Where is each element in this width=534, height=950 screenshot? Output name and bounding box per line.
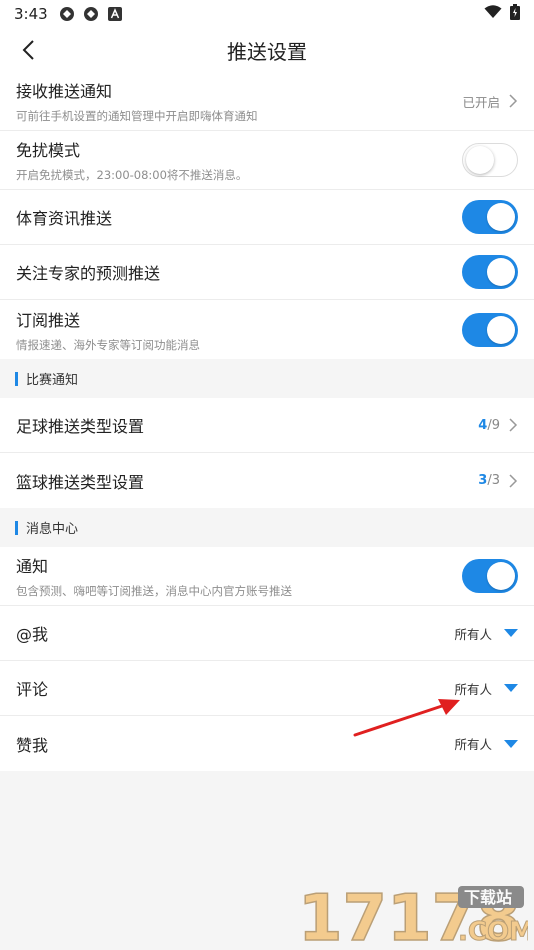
app-notification-icon (58, 5, 76, 23)
toggle-knob (487, 203, 515, 231)
basketball-count: 3/3 (478, 473, 500, 488)
notify-desc: 包含预测、嗨吧等订阅推送，消息中心内官方账号推送 (16, 584, 292, 598)
group-accent-bar (15, 520, 18, 535)
sports-news-row: 体育资讯推送 (0, 190, 534, 245)
caret-down-icon (504, 684, 518, 692)
watermark-sub: 下载站 (464, 888, 512, 907)
expert-predict-row: 关注专家的预测推送 (0, 245, 534, 300)
subscription-label: 订阅推送 (16, 310, 81, 330)
battery-icon (510, 4, 520, 24)
football-push-label: 足球推送类型设置 (16, 417, 145, 436)
chevron-right-icon (509, 94, 518, 108)
toggle-knob (487, 315, 515, 344)
status-time: 3:43 (14, 5, 48, 23)
chevron-right-icon (509, 473, 518, 488)
match-group-header: 比赛通知 (0, 359, 534, 398)
watermark-domain: .COM (458, 917, 528, 946)
chevron-left-icon (22, 40, 34, 60)
at-me-label: @我 (16, 625, 49, 644)
notify-toggle[interactable] (462, 559, 518, 593)
receive-push-row[interactable]: 接收推送通知 可前往手机设置的通知管理中开启即嗨体育通知 已开启 (0, 72, 534, 131)
football-push-row[interactable]: 足球推送类型设置 4/9 (0, 398, 534, 453)
basketball-push-row[interactable]: 篮球推送类型设置 3/3 (0, 453, 534, 508)
expert-predict-label: 关注专家的预测推送 (16, 264, 161, 283)
at-me-dropdown[interactable]: 所有人 (454, 624, 518, 643)
caret-down-icon (504, 739, 518, 748)
back-button[interactable] (14, 36, 42, 64)
dnd-toggle[interactable] (462, 143, 518, 177)
subscription-row: 订阅推送 情报速递、海外专家等订阅功能消息 (0, 300, 534, 359)
notify-row: 通知 包含预测、嗨吧等订阅推送，消息中心内官方账号推送 (0, 547, 534, 606)
font-icon (106, 5, 124, 23)
football-count: 4/9 (478, 417, 500, 433)
expert-predict-toggle[interactable] (462, 255, 518, 289)
message-group-title: 消息中心 (26, 522, 79, 537)
toggle-knob (487, 562, 515, 590)
dnd-label: 免扰模式 (16, 141, 81, 160)
sports-news-toggle[interactable] (462, 200, 518, 234)
at-me-row[interactable]: @我 所有人 (0, 606, 534, 661)
dnd-row: 免扰模式 开启免扰模式，23:00-08:00将不推送消息。 (0, 131, 534, 190)
caret-down-icon (504, 629, 518, 637)
group-accent-bar (15, 371, 18, 386)
toggle-knob (466, 146, 494, 174)
receive-push-desc: 可前往手机设置的通知管理中开启即嗨体育通知 (16, 109, 258, 123)
page-title: 推送设置 (227, 39, 307, 64)
watermark: 17178 下载站 .COM (297, 881, 534, 950)
header: 推送设置 (0, 28, 534, 72)
receive-push-label: 接收推送通知 (16, 82, 113, 101)
receive-push-status: 已开启 (462, 94, 500, 110)
app-notification-icon (82, 5, 100, 23)
status-bar: 3:43 (0, 0, 534, 28)
toggle-knob (487, 258, 515, 286)
subscription-desc: 情报速递、海外专家等订阅功能消息 (16, 337, 200, 352)
match-section: 足球推送类型设置 4/9 篮球推送类型设置 3/3 (0, 398, 534, 508)
basketball-push-label: 篮球推送类型设置 (16, 472, 145, 492)
at-me-value: 所有人 (454, 626, 492, 642)
annotation-arrow-icon (353, 699, 460, 737)
chevron-right-icon (509, 418, 518, 432)
notify-label: 通知 (16, 557, 49, 576)
dnd-desc: 开启免扰模式，23:00-08:00将不推送消息。 (16, 168, 248, 182)
message-group-header: 消息中心 (0, 508, 534, 547)
subscription-toggle[interactable] (462, 312, 518, 347)
wifi-icon (484, 5, 502, 23)
sports-news-label: 体育资讯推送 (16, 209, 113, 228)
match-group-title: 比赛通知 (26, 373, 79, 388)
push-settings-section: 接收推送通知 可前往手机设置的通知管理中开启即嗨体育通知 已开启 免扰模式 开启… (0, 72, 534, 359)
